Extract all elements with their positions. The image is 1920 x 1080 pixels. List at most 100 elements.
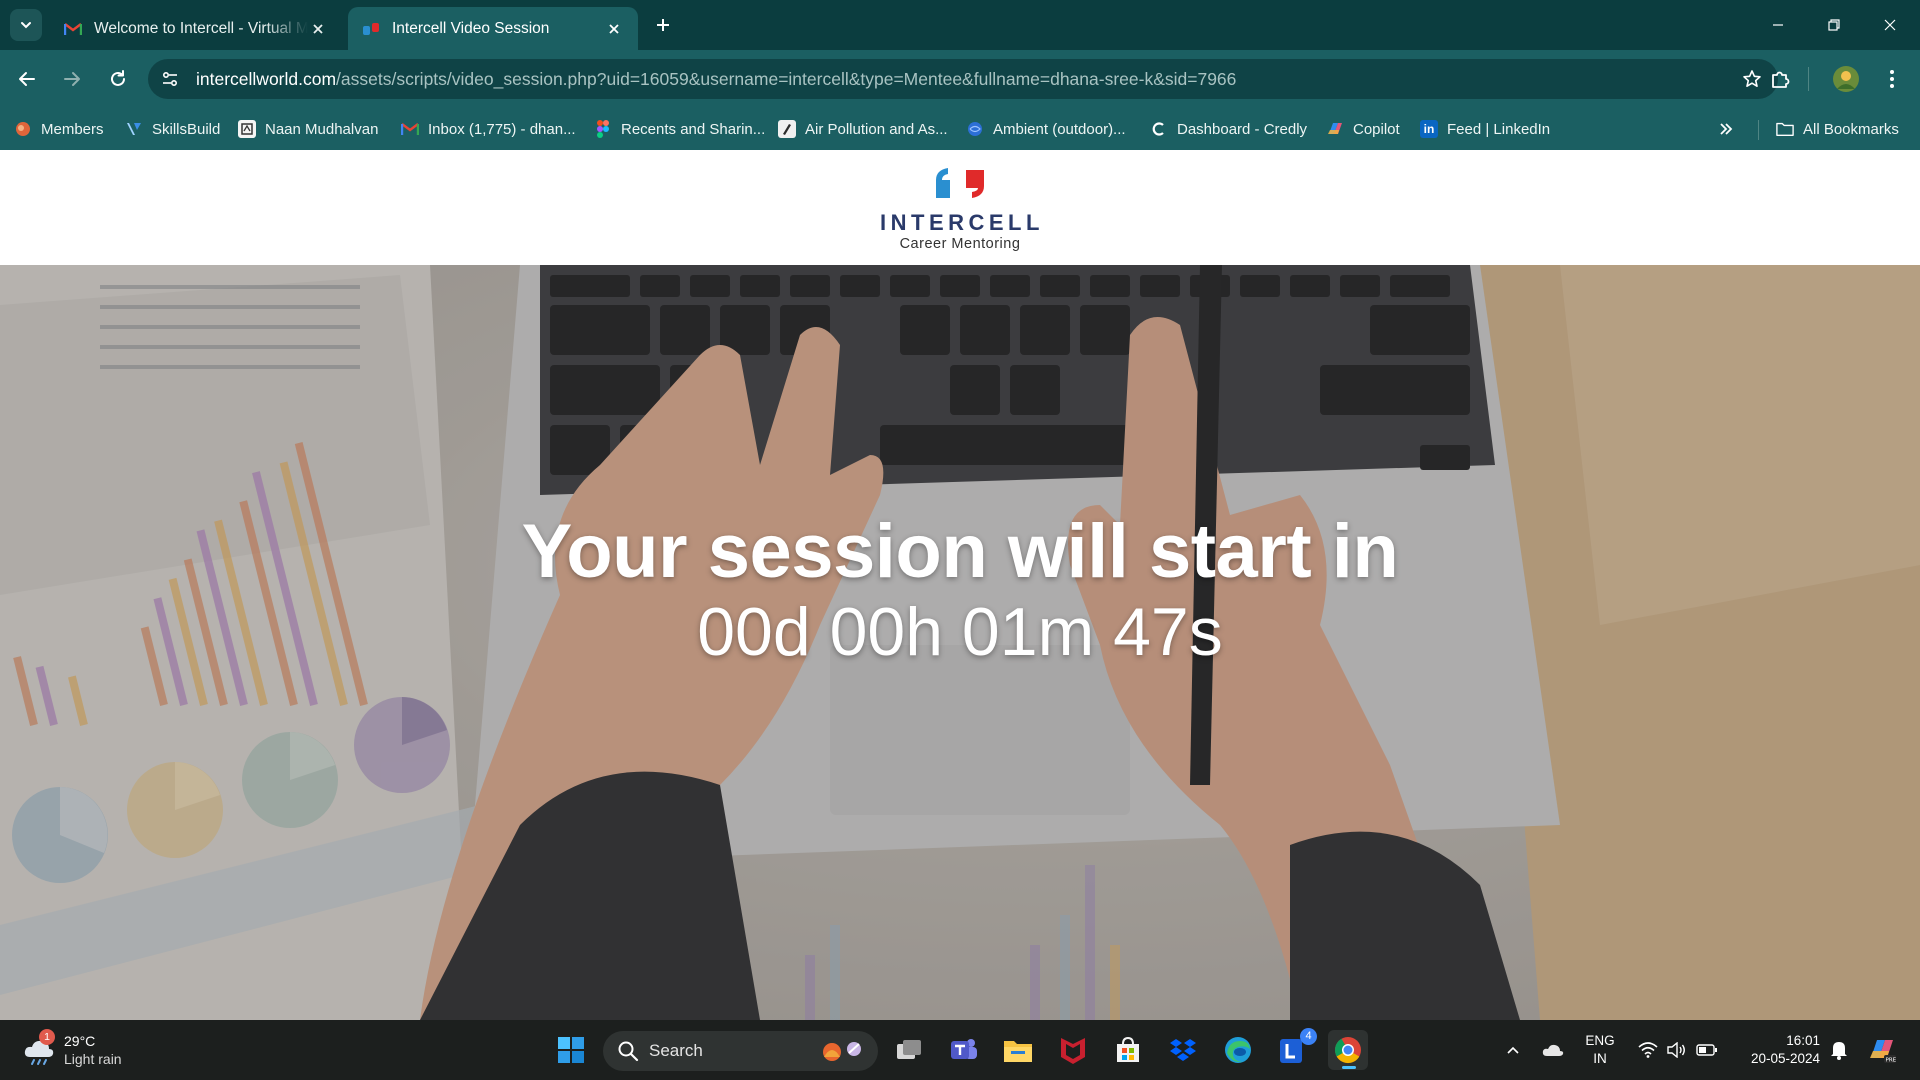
minimize-button[interactable] bbox=[1750, 0, 1806, 50]
search-highlight-icon bbox=[823, 1042, 861, 1061]
edge-icon bbox=[1225, 1037, 1251, 1063]
chrome-app[interactable] bbox=[1328, 1030, 1368, 1070]
bookmark-skillsbuild[interactable]: SkillsBuild bbox=[125, 117, 220, 141]
arrow-left-icon bbox=[19, 72, 35, 86]
microsoft-store-app[interactable] bbox=[1108, 1030, 1148, 1070]
speaker-icon bbox=[1667, 1042, 1685, 1058]
show-hidden-icons-button[interactable] bbox=[1500, 1030, 1526, 1070]
tab-search-button[interactable] bbox=[10, 9, 42, 41]
page-viewport: INTERCELL Career Mentoring Your session … bbox=[0, 150, 1920, 1020]
bookmark-label: Feed | LinkedIn bbox=[1447, 120, 1551, 138]
edge-app[interactable] bbox=[1218, 1030, 1258, 1070]
gmail-icon bbox=[401, 120, 419, 138]
taskbar-search-box[interactable]: Search bbox=[603, 1031, 878, 1071]
profile-avatar[interactable] bbox=[1828, 61, 1864, 97]
browser-menu-button[interactable] bbox=[1874, 61, 1910, 97]
bookmark-label: Inbox (1,775) - dhan... bbox=[428, 120, 576, 138]
copilot-icon: PRE bbox=[1870, 1040, 1897, 1064]
wifi-status[interactable] bbox=[1636, 1030, 1660, 1070]
wifi-icon bbox=[1638, 1042, 1658, 1058]
double-chevron-right-icon bbox=[1720, 123, 1733, 135]
close-window-button[interactable] bbox=[1862, 0, 1918, 50]
tab-intercell-video-session[interactable]: Intercell Video Session bbox=[348, 7, 638, 50]
figma-icon bbox=[594, 120, 612, 138]
session-countdown-timer: 00d 00h 01m 47s bbox=[697, 594, 1223, 670]
reload-icon bbox=[111, 70, 125, 86]
volume-status[interactable] bbox=[1664, 1030, 1688, 1070]
copilot-taskbar-button[interactable]: PRE bbox=[1862, 1030, 1902, 1070]
bookmark-credly[interactable]: Dashboard - Credly bbox=[1150, 117, 1307, 141]
start-button[interactable] bbox=[551, 1030, 591, 1070]
dropbox-app[interactable] bbox=[1163, 1030, 1203, 1070]
battery-status[interactable] bbox=[1694, 1030, 1720, 1070]
session-start-heading: Your session will start in bbox=[521, 509, 1399, 594]
site-info-icon[interactable] bbox=[156, 65, 184, 93]
naan-mudhalvan-icon bbox=[238, 120, 256, 138]
gmail-icon bbox=[64, 20, 82, 38]
new-tab-button[interactable] bbox=[650, 12, 676, 38]
close-tab-icon[interactable] bbox=[604, 19, 624, 39]
bookmark-ambient-outdoor[interactable]: Ambient (outdoor)... bbox=[966, 117, 1126, 141]
restore-button[interactable] bbox=[1806, 0, 1862, 50]
address-bar[interactable]: intercellworld.com/assets/scripts/video_… bbox=[148, 59, 1778, 99]
lens-app[interactable]: 4 bbox=[1273, 1028, 1317, 1070]
more-bookmarks-button[interactable] bbox=[1718, 117, 1734, 141]
bookmark-label: Ambient (outdoor)... bbox=[993, 120, 1126, 138]
close-icon bbox=[1884, 19, 1896, 31]
bookmark-linkedin[interactable]: in Feed | LinkedIn bbox=[1420, 117, 1550, 141]
bookmark-naan-mudhalvan[interactable]: Naan Mudhalvan bbox=[238, 117, 378, 141]
bookmark-copilot[interactable]: Copilot bbox=[1326, 117, 1400, 141]
bookmark-air-pollution[interactable]: Air Pollution and As... bbox=[778, 117, 948, 141]
bookmark-inbox[interactable]: Inbox (1,775) - dhan... bbox=[401, 117, 576, 141]
skillsbuild-icon bbox=[125, 120, 143, 138]
bookmark-figma-recents[interactable]: Recents and Sharin... bbox=[594, 117, 765, 141]
search-label: Search bbox=[649, 1041, 703, 1060]
weather-badge: 1 bbox=[39, 1029, 55, 1045]
bell-icon bbox=[1831, 1042, 1847, 1060]
folder-icon bbox=[1776, 120, 1794, 138]
forward-button[interactable] bbox=[54, 61, 90, 97]
windows-taskbar: 1 29°C Light rain Search 4 ENG IN 16:01 … bbox=[0, 1020, 1920, 1080]
reload-button[interactable] bbox=[100, 61, 136, 97]
url-domain: intercellworld.com bbox=[196, 68, 337, 89]
all-bookmarks-button[interactable]: All Bookmarks bbox=[1776, 117, 1899, 141]
intercell-logo[interactable]: INTERCELL Career Mentoring bbox=[880, 166, 1040, 256]
weather-widget[interactable]: 1 29°C Light rain bbox=[22, 1028, 122, 1072]
close-tab-icon[interactable] bbox=[308, 19, 328, 39]
rain-cloud-icon: 1 bbox=[22, 1029, 56, 1067]
intercell-icon bbox=[362, 20, 380, 38]
back-button[interactable] bbox=[9, 61, 45, 97]
file-explorer-app[interactable] bbox=[998, 1030, 1038, 1070]
tab-welcome-intercell[interactable]: Welcome to Intercell - Virtual M bbox=[50, 7, 342, 50]
minimize-icon bbox=[1773, 24, 1783, 26]
mcafee-app[interactable] bbox=[1053, 1030, 1093, 1070]
store-icon bbox=[1117, 1036, 1139, 1062]
brand-tagline: Career Mentoring bbox=[899, 236, 1021, 252]
bookmark-members[interactable]: Members bbox=[14, 117, 104, 141]
system-clock[interactable]: 16:01 20-05-2024 bbox=[1734, 1032, 1820, 1068]
bookmark-label: Copilot bbox=[1353, 120, 1400, 138]
task-view-icon bbox=[897, 1040, 921, 1059]
teams-app[interactable] bbox=[944, 1030, 984, 1070]
task-view-button[interactable] bbox=[889, 1030, 929, 1070]
notifications-button[interactable] bbox=[1826, 1030, 1852, 1070]
tab-title: Intercell Video Session bbox=[392, 19, 550, 37]
active-app-indicator bbox=[1342, 1066, 1356, 1069]
copilot-icon bbox=[1326, 120, 1344, 138]
chevron-up-icon bbox=[1507, 1046, 1519, 1054]
onedrive-tray[interactable] bbox=[1538, 1030, 1568, 1070]
intercell-quote-icon bbox=[936, 168, 984, 198]
weather-temperature: 29°C bbox=[64, 1033, 96, 1049]
puzzle-icon bbox=[1772, 71, 1790, 88]
avatar-icon bbox=[1833, 66, 1859, 92]
input-language-indicator[interactable]: ENG IN bbox=[1582, 1032, 1618, 1068]
clock-date: 20-05-2024 bbox=[1750, 1051, 1820, 1066]
chrome-icon bbox=[1334, 1037, 1361, 1064]
bookmark-label: Recents and Sharin... bbox=[621, 120, 766, 138]
chevron-down-icon bbox=[21, 22, 31, 29]
bookmarks-bar: Members SkillsBuild Naan Mudhalvan Inbox… bbox=[0, 108, 1920, 150]
extensions-button[interactable] bbox=[1762, 61, 1798, 97]
cloud-icon bbox=[1542, 1044, 1564, 1056]
url-path: /assets/scripts/video_session.php?uid=16… bbox=[336, 68, 1237, 89]
restore-icon bbox=[1828, 19, 1840, 31]
